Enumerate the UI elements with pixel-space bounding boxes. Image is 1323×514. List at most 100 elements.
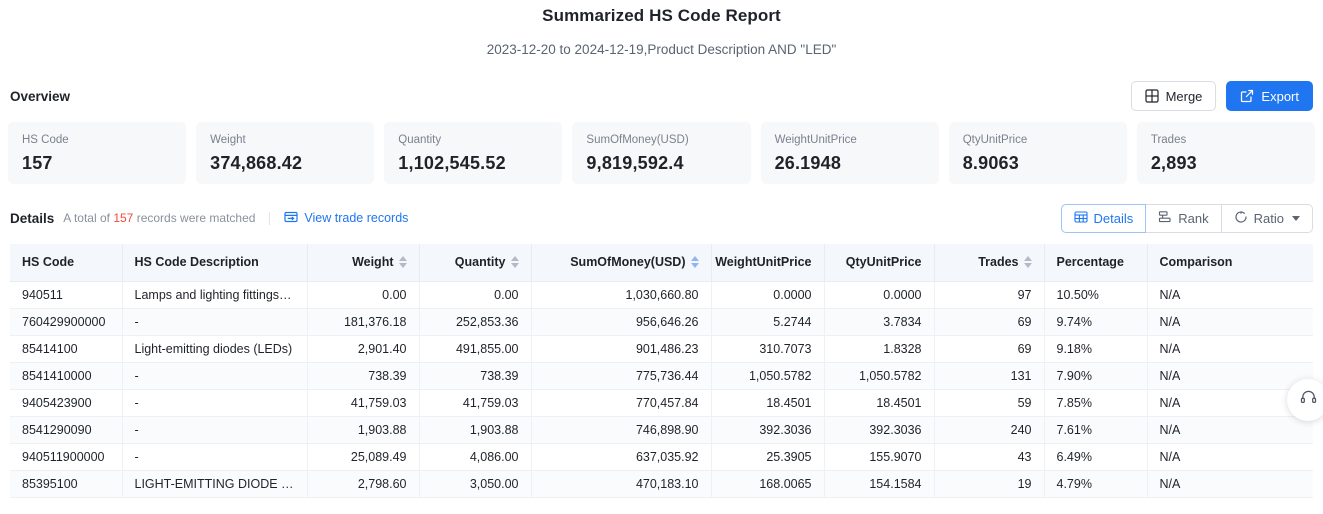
- support-button[interactable]: [1287, 379, 1323, 421]
- col-label: Comparison: [1159, 255, 1233, 270]
- sort-toggle-quantity[interactable]: [510, 256, 519, 269]
- cell-weight-unit-price: 168.0065: [711, 470, 825, 498]
- segment-ratio[interactable]: Ratio: [1220, 203, 1313, 233]
- cell-trades: 69: [934, 335, 1045, 363]
- cell-trades: 19: [934, 470, 1045, 498]
- headset-icon: [1299, 388, 1318, 412]
- cell-trades: 69: [934, 308, 1045, 336]
- col-comparison: Comparison: [1147, 244, 1313, 282]
- cell-hs-code-description: -: [122, 308, 308, 336]
- cell-weight: 738.39: [307, 362, 420, 390]
- cell-hs-code-description: Light-emitting diodes (LEDs): [122, 335, 308, 363]
- overview-label: Overview: [10, 88, 71, 104]
- kpi-value: 1,102,545.52: [398, 153, 506, 173]
- kpi-card: HS Code 157: [8, 122, 187, 184]
- cell-hs-code: 940511900000: [10, 443, 123, 471]
- view-trade-records-label: View trade records: [304, 211, 409, 225]
- sort-toggle-weight[interactable]: [398, 256, 407, 269]
- col-label: WeightUnitPrice: [715, 255, 812, 270]
- cell-qty-unit-price: 392.3036: [824, 416, 935, 444]
- segment-ratio-label: Ratio: [1253, 210, 1284, 226]
- table-row[interactable]: 8541410000-738.39 738.39 775,736.44 1,050.5…: [10, 362, 1313, 390]
- table-icon: [1073, 210, 1088, 227]
- cell-comparison: N/A: [1147, 281, 1313, 309]
- cell-sum-of-money: 746,898.90: [531, 416, 712, 444]
- overview-bar: Overview Merge Export: [0, 81, 1323, 111]
- meta-prefix: A total of: [63, 211, 110, 225]
- cell-qty-unit-price: 155.9070: [824, 443, 935, 471]
- sort-toggle-sum-of-money[interactable]: [690, 256, 699, 269]
- cell-percentage: 6.49%: [1044, 443, 1148, 471]
- col-trades[interactable]: Trades: [934, 244, 1045, 282]
- page-subtitle: 2023-12-20 to 2024-12-19,Product Descrip…: [486, 42, 837, 57]
- kpi-label: Weight: [210, 134, 246, 146]
- cell-qty-unit-price: 3.7834: [824, 308, 935, 336]
- overview-actions: Merge Export: [1130, 81, 1313, 111]
- cell-comparison: N/A: [1147, 416, 1313, 444]
- kpi-label: WeightUnitPrice: [774, 134, 857, 146]
- details-bar: Details A total of 157 records were matc…: [0, 203, 1323, 233]
- divider: [269, 211, 271, 225]
- cell-quantity: 4,086.00: [419, 443, 532, 471]
- kpi-label: QtyUnitPrice: [962, 134, 1028, 146]
- cell-trades: 240: [934, 416, 1045, 444]
- cell-hs-code-description: Lamps and lighting fittings, n.e.s; ...: [122, 281, 308, 309]
- meta-suffix: records were matched: [136, 211, 256, 225]
- record-count: 157: [113, 211, 134, 225]
- export-button[interactable]: Export: [1226, 81, 1313, 111]
- cell-percentage: 10.50%: [1044, 281, 1148, 309]
- details-table: HS Code HS Code Description Weight Quant: [10, 244, 1313, 498]
- export-label: Export: [1261, 88, 1299, 104]
- table-row[interactable]: 940511900000-25,089.49 4,086.00 637,035.92…: [10, 443, 1313, 471]
- kpi-card: Trades 2,893: [1136, 122, 1315, 184]
- cell-qty-unit-price: 154.1584: [824, 470, 935, 498]
- view-trade-records-link[interactable]: View trade records: [284, 210, 408, 227]
- table-row[interactable]: 760429900000-181,376.18 252,853.36 956,646…: [10, 308, 1313, 336]
- cell-qty-unit-price: 0.0000: [824, 281, 935, 309]
- kpi-value: 2,893: [1150, 153, 1197, 173]
- cell-hs-code: 85414100: [10, 335, 123, 363]
- cell-weight: 25,089.49: [307, 443, 420, 471]
- cell-trades: 43: [934, 443, 1045, 471]
- col-weight-unit-price: WeightUnitPrice: [711, 244, 825, 282]
- cell-percentage: 9.74%: [1044, 308, 1148, 336]
- cell-weight: 0.00: [307, 281, 420, 309]
- merge-button[interactable]: Merge: [1130, 81, 1217, 111]
- cell-sum-of-money: 901,486.23: [531, 335, 712, 363]
- cell-hs-code: 85395100: [10, 470, 123, 498]
- segment-details[interactable]: Details: [1060, 203, 1147, 233]
- cell-qty-unit-price: 1,050.5782: [824, 362, 935, 390]
- col-qty-unit-price: QtyUnitPrice: [824, 244, 935, 282]
- table-row[interactable]: 8541290090-1,903.88 1,903.88 746,898.90 392…: [10, 416, 1313, 444]
- table-row[interactable]: 9405423900-41,759.03 41,759.03 770,457.84 1…: [10, 389, 1313, 417]
- col-label: Quantity: [454, 255, 506, 270]
- table-body: 940511Lamps and lighting fittings, n.e.s…: [10, 281, 1313, 498]
- cell-quantity: 0.00: [419, 281, 532, 309]
- cell-hs-code: 760429900000: [10, 308, 123, 336]
- cell-percentage: 7.85%: [1044, 389, 1148, 417]
- cell-sum-of-money: 470,183.10: [531, 470, 712, 498]
- table-row[interactable]: 85395100LIGHT-EMITTING DIODE (LED) LI...…: [10, 470, 1313, 498]
- segment-rank[interactable]: Rank: [1145, 203, 1222, 233]
- table-row[interactable]: 940511Lamps and lighting fittings, n.e.s…: [10, 281, 1313, 309]
- col-label: Trades: [978, 255, 1019, 270]
- cell-weight: 2,901.40: [307, 335, 420, 363]
- cell-hs-code: 940511: [10, 281, 123, 309]
- cell-percentage: 7.61%: [1044, 416, 1148, 444]
- sort-toggle-trades[interactable]: [1023, 256, 1032, 269]
- kpi-value: 374,868.42: [210, 153, 303, 173]
- col-weight[interactable]: Weight: [307, 244, 420, 282]
- cell-hs-code-description: LIGHT-EMITTING DIODE (LED) LI...: [122, 470, 308, 498]
- cell-sum-of-money: 956,646.26: [531, 308, 712, 336]
- cell-qty-unit-price: 18.4501: [824, 389, 935, 417]
- col-sum-of-money[interactable]: SumOfMoney(USD): [531, 244, 712, 282]
- kpi-label: HS Code: [22, 134, 69, 146]
- cell-weight-unit-price: 25.3905: [711, 443, 825, 471]
- kpi-value: 8.9063: [962, 153, 1019, 173]
- table-row[interactable]: 85414100 Light-emitting diodes (LEDs) 2,90…: [10, 335, 1313, 363]
- cell-hs-code-description: -: [122, 416, 308, 444]
- rank-icon: [1158, 210, 1172, 227]
- cell-comparison: N/A: [1147, 335, 1313, 363]
- col-quantity[interactable]: Quantity: [419, 244, 532, 282]
- cell-trades: 97: [934, 281, 1045, 309]
